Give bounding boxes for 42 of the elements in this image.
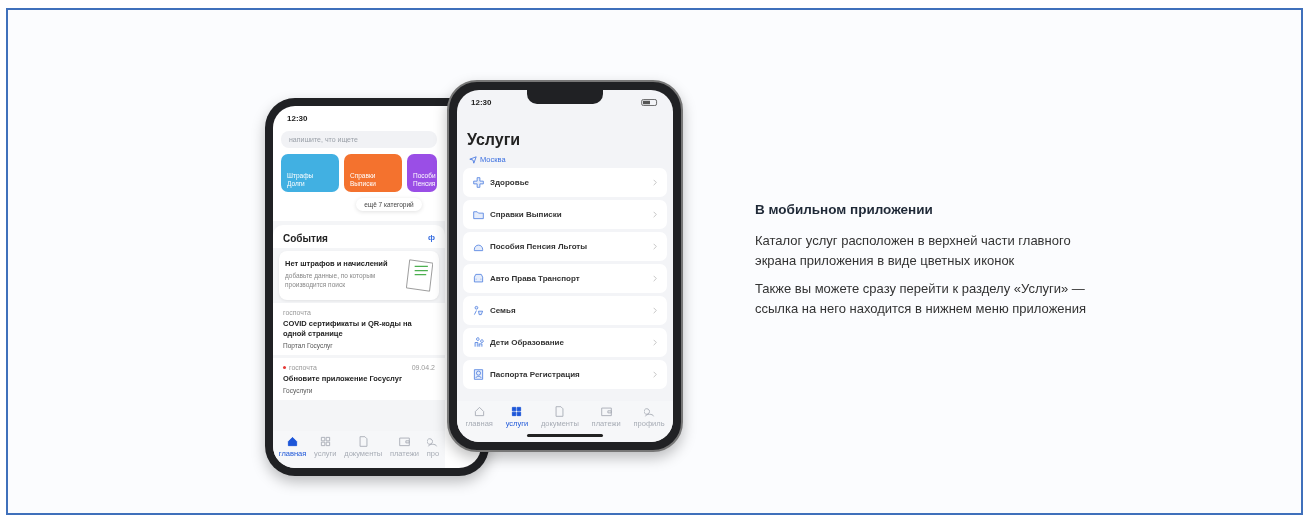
service-item[interactable]: Паспорта Регистрация <box>463 360 667 389</box>
description-paragraph: Каталог услуг расположен в верхней части главного экрана приложения в виде цветных иконок <box>755 232 1072 270</box>
service-item[interactable]: Здоровье <box>463 168 667 197</box>
tab-icon <box>511 406 523 417</box>
service-icon <box>473 305 484 316</box>
service-item[interactable]: Семья <box>463 296 667 325</box>
status-time: 12:30 <box>471 98 492 107</box>
tab-icon <box>643 406 655 417</box>
service-icon <box>473 369 484 380</box>
location-arrow-icon <box>469 155 477 164</box>
chevron-icon <box>653 275 657 282</box>
section-title: События <box>283 233 328 244</box>
tab-icon <box>554 406 566 417</box>
service-icon <box>473 273 484 284</box>
service-item[interactable]: Дети Образование <box>463 328 667 357</box>
service-icon <box>473 241 484 252</box>
tab-icon <box>473 406 485 417</box>
tab-icon <box>398 436 410 447</box>
chevron-icon <box>653 307 657 314</box>
chevron-icon <box>653 243 657 250</box>
service-icon <box>473 177 484 188</box>
tab-icon <box>319 436 331 447</box>
chevron-icon <box>653 179 657 186</box>
section-heading: В мобильном приложении <box>755 202 934 217</box>
service-item[interactable]: Пособия Пенсия Льготы <box>463 232 667 261</box>
chevron-icon <box>653 211 657 218</box>
tab-icon <box>287 436 299 447</box>
tab-icon <box>427 436 439 447</box>
section-link[interactable]: ф <box>428 233 435 244</box>
service-icon <box>473 337 484 348</box>
service-icon <box>473 209 484 220</box>
description-paragraph: Также вы можете сразу перейти к разделу «Услуги» — ссылка на него находится в нижнем меню приложения <box>755 280 1088 318</box>
status-time: 12:30 <box>287 114 308 123</box>
document-illustration <box>405 259 433 292</box>
chevron-icon <box>653 339 657 346</box>
service-item[interactable]: Справки Выписки <box>463 200 667 229</box>
screen-title: Услуги <box>466 130 522 150</box>
tab-icon <box>357 436 369 447</box>
chevron-icon <box>653 371 657 378</box>
battery-icon <box>641 99 659 106</box>
tab-icon <box>600 406 612 417</box>
service-item[interactable]: Авто Права Транспорт <box>463 264 667 293</box>
